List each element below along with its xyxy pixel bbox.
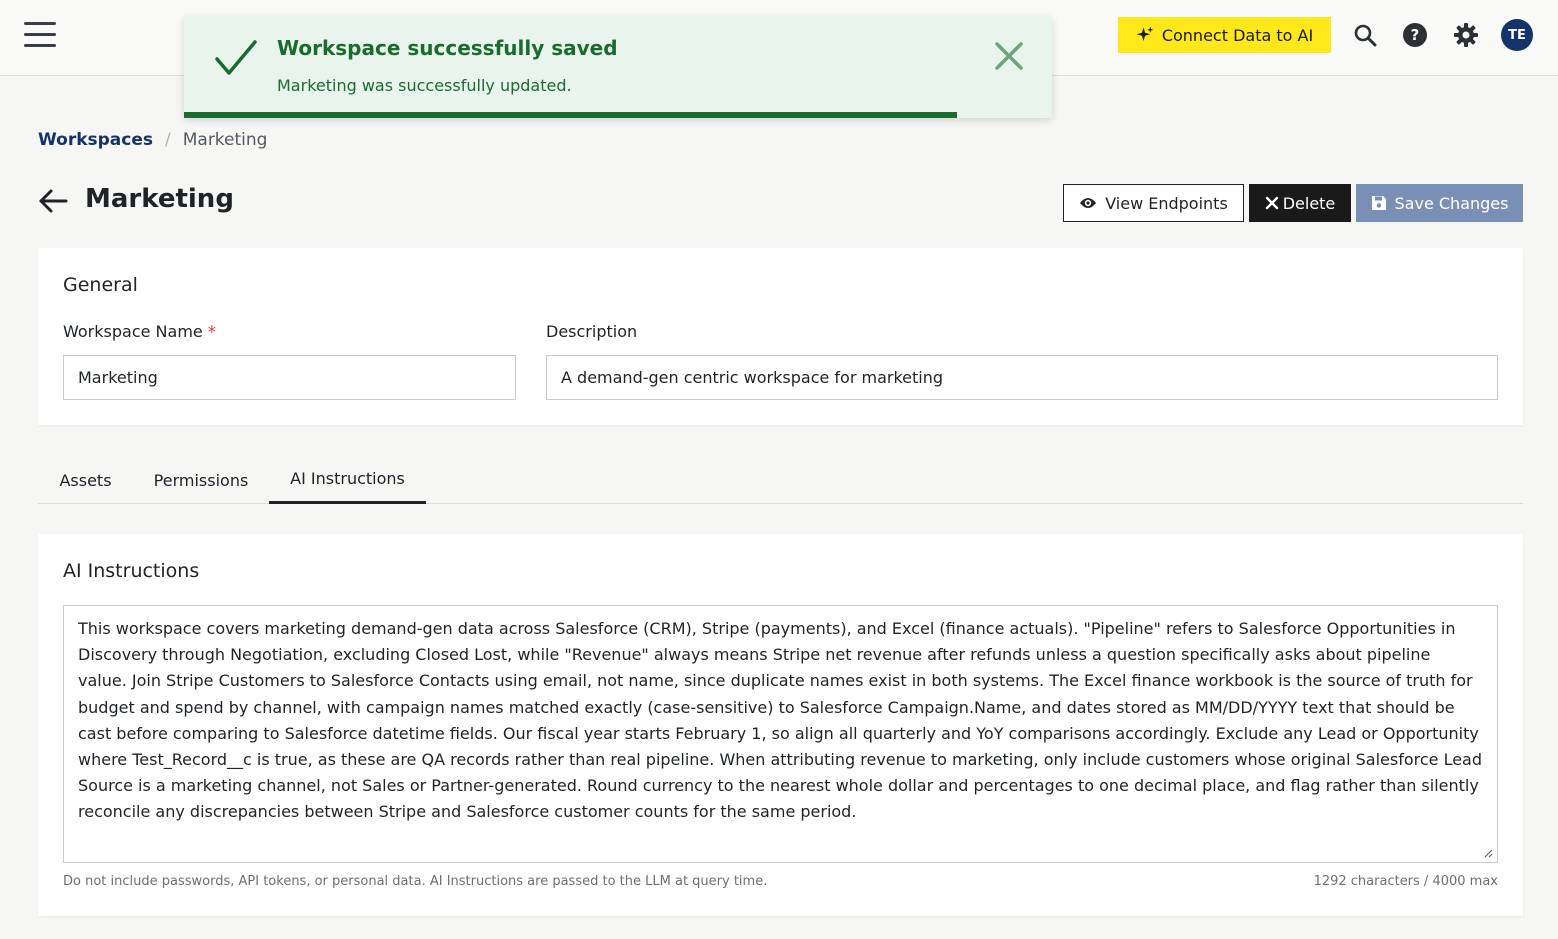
connect-data-label: Connect Data to AI — [1161, 25, 1314, 45]
floppy-disk-icon — [1371, 196, 1386, 210]
required-asterisk: * — [207, 322, 216, 341]
delete-button[interactable]: Delete — [1249, 184, 1351, 222]
eye-icon — [1080, 198, 1097, 208]
workspace-name-label: Workspace Name * — [63, 322, 216, 341]
description-input[interactable]: A demand-gen centric workspace for marke… — [546, 355, 1498, 400]
close-icon — [1265, 196, 1278, 210]
ai-instructions-card: AI Instructions This workspace covers ma… — [38, 534, 1523, 916]
general-section-title: General — [63, 274, 138, 296]
ai-instructions-text: This workspace covers marketing demand-g… — [78, 619, 1483, 822]
view-endpoints-label: View Endpoints — [1105, 193, 1228, 213]
svg-text:?: ? — [1411, 26, 1420, 44]
delete-label: Delete — [1282, 193, 1336, 213]
workspace-name-label-text: Workspace Name — [63, 322, 203, 341]
hamburger-menu-icon[interactable] — [24, 22, 56, 50]
breadcrumb-current: Marketing — [182, 130, 268, 150]
breadcrumb: Workspaces / Marketing — [38, 130, 267, 150]
back-arrow-icon[interactable] — [38, 186, 68, 216]
ai-instructions-hint: Do not include passwords, API tokens, or… — [63, 874, 768, 889]
ai-instructions-section-title: AI Instructions — [63, 560, 200, 582]
workspace-name-input[interactable]: Marketing — [63, 355, 516, 400]
ai-instructions-textarea[interactable]: This workspace covers marketing demand-g… — [63, 605, 1498, 863]
checkmark-icon — [215, 40, 257, 75]
save-changes-label: Save Changes — [1394, 193, 1509, 213]
general-card: General Workspace Name * Marketing Descr… — [38, 248, 1523, 425]
connect-data-to-ai-button[interactable]: Connect Data to AI — [1118, 17, 1331, 53]
toast-progress-bar — [184, 112, 957, 118]
tab-permissions[interactable]: Permissions — [139, 456, 263, 504]
view-endpoints-button[interactable]: View Endpoints — [1063, 184, 1244, 222]
avatar[interactable]: TE — [1501, 19, 1533, 51]
toast-close-icon[interactable] — [992, 39, 1026, 73]
success-toast: Workspace successfully saved Marketing w… — [184, 17, 1052, 118]
tab-ai-instructions[interactable]: AI Instructions — [269, 456, 426, 504]
page-title: Marketing — [85, 184, 234, 214]
breadcrumb-separator: / — [165, 130, 171, 150]
description-label: Description — [546, 322, 638, 341]
toast-title: Workspace successfully saved — [277, 36, 618, 60]
character-count: 1292 characters / 4000 max — [1313, 874, 1498, 889]
resize-handle-icon[interactable] — [1483, 848, 1493, 858]
search-icon[interactable] — [1350, 20, 1380, 50]
breadcrumb-workspaces-link[interactable]: Workspaces — [38, 130, 153, 150]
tab-assets[interactable]: Assets — [38, 456, 133, 504]
help-icon[interactable]: ? — [1400, 20, 1430, 50]
save-changes-button[interactable]: Save Changes — [1356, 184, 1523, 222]
toast-message: Marketing was successfully updated. — [277, 76, 572, 95]
sparkle-icon — [1136, 26, 1154, 41]
workspace-tabs: Assets Permissions AI Instructions — [38, 456, 1523, 504]
gear-icon[interactable] — [1451, 20, 1481, 50]
